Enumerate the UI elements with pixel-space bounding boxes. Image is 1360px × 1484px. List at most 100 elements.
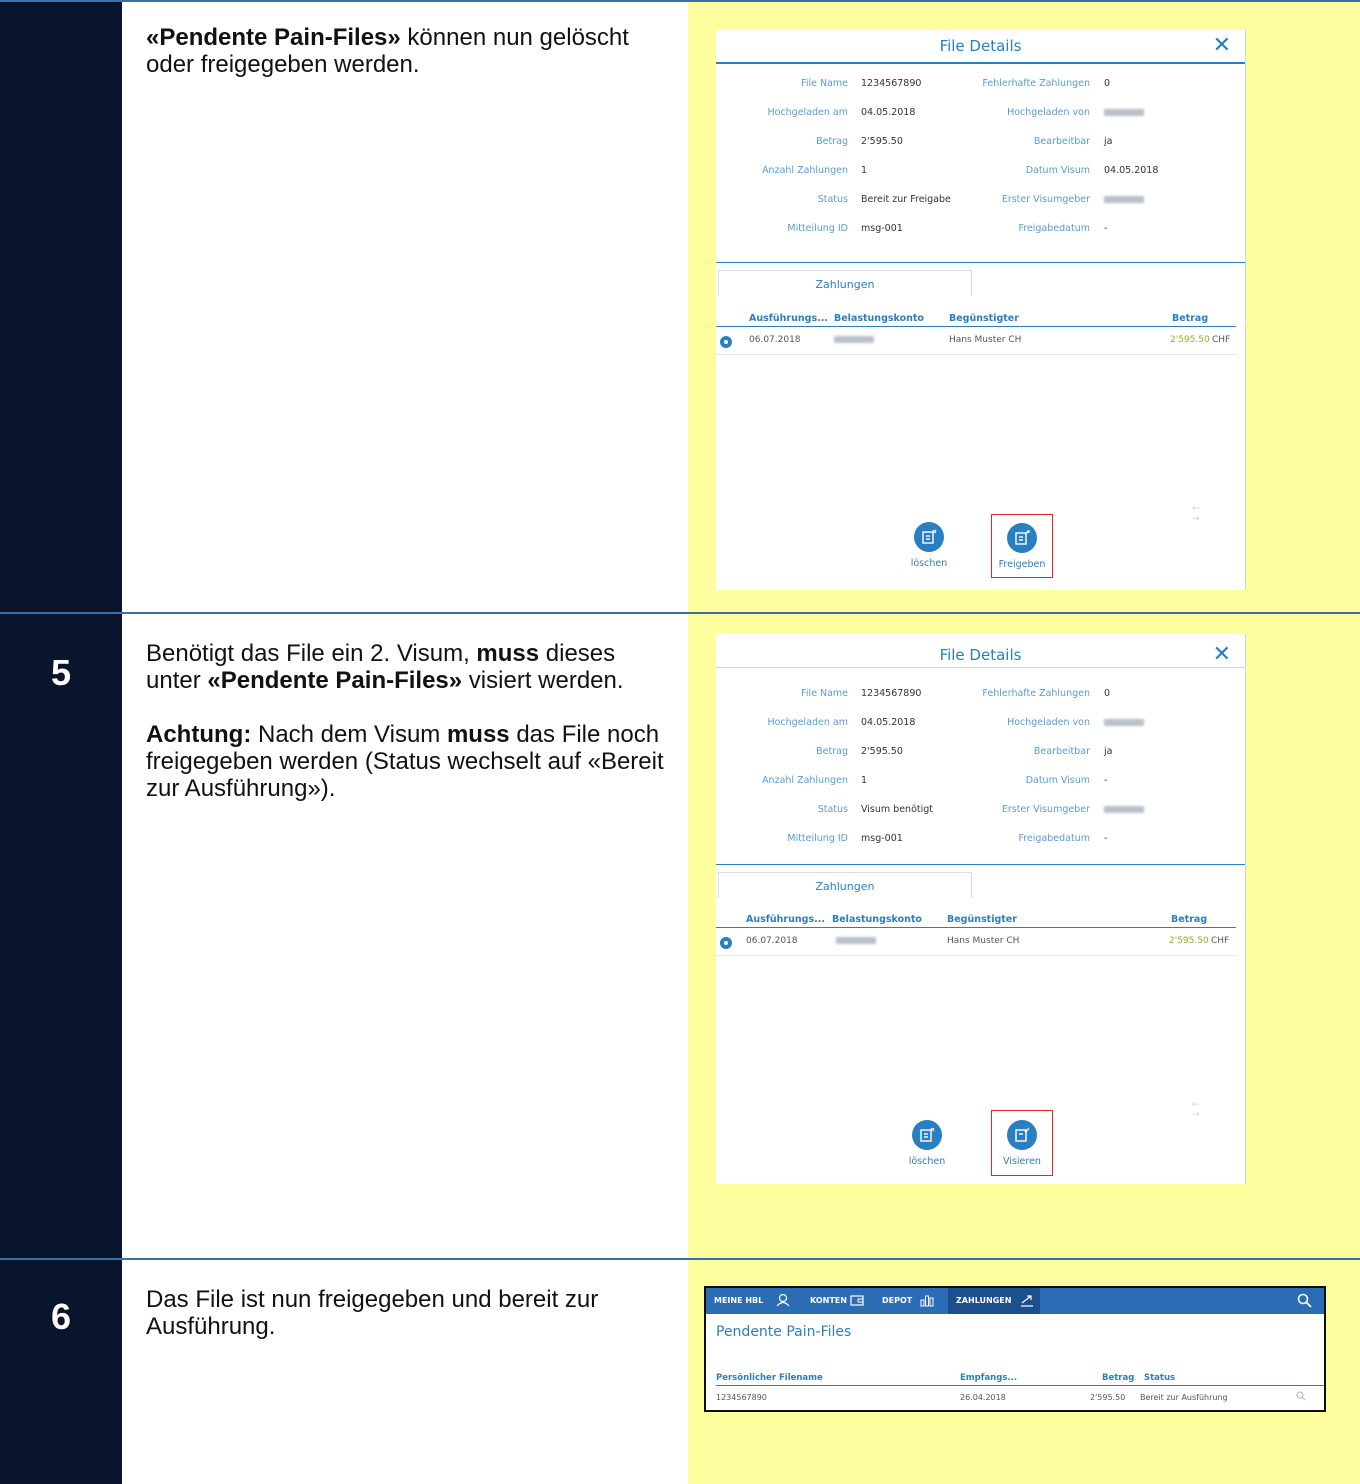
screenshot-area: File Details ✕ File Name 1234567890 Fehler… [688,614,1360,1258]
row-received: 26.04.2018 [960,1393,1006,1402]
step-number-column [0,1260,122,1484]
detail-label: Hochgeladen von [1007,107,1090,118]
detail-label: Anzahl Zahlungen [762,775,848,786]
col-amount[interactable]: Betrag [1171,914,1207,925]
emphasis-text: Achtung: [146,721,252,748]
detail-value: ja [1104,746,1113,757]
payment-amount: 2'595.50 [1170,335,1210,345]
detail-label: Fehlerhafte Zahlungen [982,78,1090,89]
step-row-6: 6 Das File ist nun freigegeben und berei… [0,1260,1360,1484]
screenshot-area: File Details ✕ File Name 1234567890 Fehler… [688,2,1360,612]
nav-label: DEPOT [882,1296,913,1305]
bar-chart-icon [920,1295,934,1307]
col-exec[interactable]: Ausführungs... [746,914,825,925]
pager-arrows[interactable]: ← → [1192,1100,1245,1120]
release-label: Freigeben [998,559,1046,570]
visa-button[interactable]: Visieren [991,1110,1053,1176]
step-paragraph: «Pendente Pain-Files» können nun gelösch… [146,24,664,78]
delete-file-icon [920,1127,935,1142]
detail-row: Betrag 2'595.50 Bearbeitbar ja [716,746,1246,775]
col-exec[interactable]: Ausführungs... [749,313,828,324]
col-beneficiary[interactable]: Begünstigter [947,914,1017,925]
nav-label: KONTEN [810,1296,847,1305]
detail-label: Freigabedatum [1018,223,1090,234]
detail-label: Betrag [816,746,848,757]
delete-button[interactable]: löschen [898,522,960,569]
tab-zahlungen[interactable]: Zahlungen [718,872,972,898]
detail-value: 04.05.2018 [1104,165,1159,176]
col-amount[interactable]: Betrag [1172,313,1208,324]
detail-value [1104,107,1144,118]
file-details-dialog: File Details ✕ File Name 1234567890 Fehler… [716,30,1246,590]
tab-zahlungen[interactable]: Zahlungen [718,270,972,296]
visa-label: Visieren [1003,1156,1041,1167]
step-text: «Pendente Pain-Files» können nun gelösch… [122,2,688,612]
detail-value: 0 [1104,688,1111,699]
detail-value: 1234567890 [861,78,922,89]
payment-currency: CHF [1212,335,1231,345]
delete-button[interactable]: löschen [896,1120,958,1167]
transfer-icon [1021,1295,1033,1307]
step-row-5: 5 Benötigt das File ein 2. Visum, muss d… [0,614,1360,1258]
row-status: Bereit zur Ausführung [1140,1393,1228,1402]
details-grid: File Name 1234567890 Fehlerhafte Zahlungen… [716,688,1246,862]
payments-table-header: Ausführungs... Belastungskonto Begünstig… [716,912,1236,928]
body-text: Benötigt das File ein 2. Visum, [146,640,477,667]
payment-beneficiary: Hans Muster CH [947,936,1020,946]
table-row[interactable]: 06.07.2018 Hans Muster CH 2'595.50 CHF [716,333,1236,355]
detail-label: File Name [801,78,848,89]
row-filename: 1234567890 [716,1393,767,1402]
nav-label: ZAHLUNGEN [956,1296,1012,1305]
nav-meine-hbl[interactable]: MEINE HBL [706,1288,800,1314]
col-account[interactable]: Belastungskonto [832,914,922,925]
emphasis-text: muss [476,640,540,667]
table-row[interactable]: 06.07.2018 Hans Muster CH 2'595.50 CHF [716,934,1236,956]
release-button[interactable]: Freigeben [991,514,1053,578]
search-icon[interactable] [1297,1293,1312,1308]
col-beneficiary[interactable]: Begünstigter [949,313,1019,324]
detail-label: Hochgeladen am [767,717,848,728]
detail-row: Status Visum benötigt Erster Visumgeber [716,804,1246,833]
nav-label: MEINE HBL [714,1296,764,1305]
list-table-header: Persönlicher Filename Empfangs... Betrag… [716,1372,1324,1386]
detail-row: Hochgeladen am 04.05.2018 Hochgeladen von [716,107,1246,136]
emphasis-text: muss [446,721,510,748]
row-select-icon[interactable] [720,937,732,949]
detail-row: Mitteilung ID msg-001 Freigabedatum - [716,833,1246,862]
nav-zahlungen[interactable]: ZAHLUNGEN [948,1288,1040,1314]
step-paragraph: Achtung: Nach dem Visum muss das File no… [146,721,664,802]
step-number-column [0,2,122,612]
detail-value: msg-001 [861,223,903,234]
detail-value: 2'595.50 [861,136,903,147]
detail-value: - [1104,775,1108,786]
detail-value: 04.05.2018 [861,717,916,728]
table-row[interactable]: 1234567890 26.04.2018 2'595.50 Bereit zu… [716,1391,1324,1406]
user-icon [776,1293,790,1307]
col-status[interactable]: Status [1144,1373,1175,1383]
nav-depot[interactable]: DEPOT [874,1288,946,1314]
col-received[interactable]: Empfangs... [960,1373,1017,1383]
col-account[interactable]: Belastungskonto [834,313,924,324]
detail-label: Anzahl Zahlungen [762,165,848,176]
step-number-column [0,614,122,1258]
row-select-icon[interactable] [720,336,732,348]
detail-label: Hochgeladen am [767,107,848,118]
pager-arrows[interactable]: ← → [1192,504,1245,524]
detail-value: 0 [1104,78,1111,89]
col-filename[interactable]: Persönlicher Filename [716,1373,823,1383]
emphasis-text: «Pendente Pain-Files» [146,24,401,51]
close-icon[interactable]: ✕ [1213,33,1231,58]
col-amount[interactable]: Betrag [1102,1373,1134,1383]
nav-konten[interactable]: KONTEN [802,1288,872,1314]
payment-account [834,335,874,345]
detail-row: File Name 1234567890 Fehlerhafte Zahlungen… [716,688,1246,717]
detail-label: Hochgeladen von [1007,717,1090,728]
wallet-icon [850,1295,864,1306]
divider [716,864,1245,865]
payment-currency: CHF [1211,936,1230,946]
body-text: visiert werden. [462,667,624,694]
search-icon[interactable] [1296,1391,1306,1401]
payment-beneficiary: Hans Muster CH [949,335,1022,345]
dialog-title: File Details [939,37,1022,55]
close-icon[interactable]: ✕ [1213,642,1231,667]
